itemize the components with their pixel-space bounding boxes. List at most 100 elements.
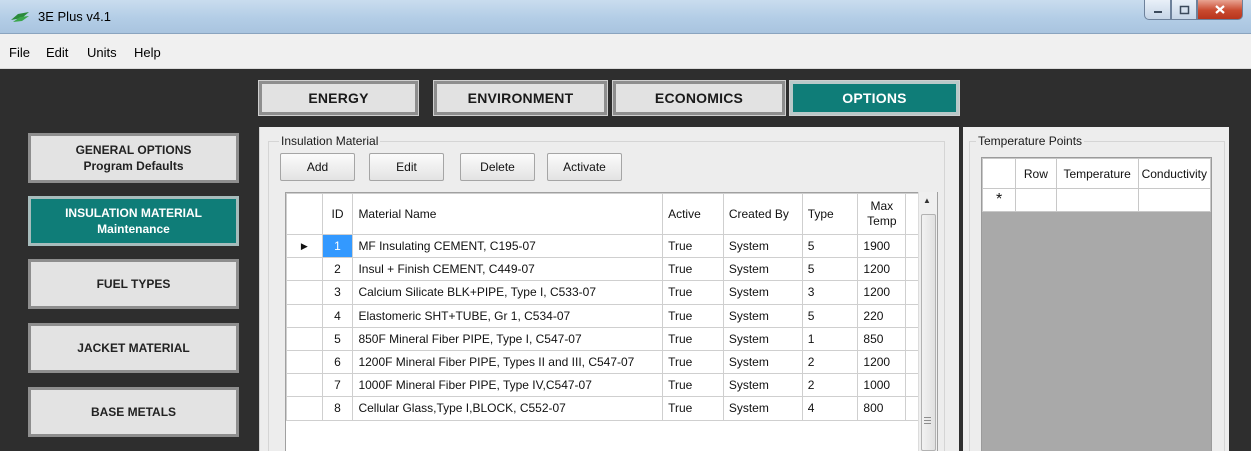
cell-type[interactable]: 3: [801, 280, 859, 305]
cell-id[interactable]: 2: [321, 257, 354, 282]
sidebar-general-options[interactable]: GENERAL OPTIONS Program Defaults: [28, 133, 239, 183]
cell-max-temp[interactable]: 800: [857, 396, 907, 421]
tab-environment[interactable]: ENVIRONMENT: [433, 80, 608, 116]
temperature-cell-temperature[interactable]: [1055, 188, 1139, 212]
sidebar-insulation-material[interactable]: INSULATION MATERIAL Maintenance: [28, 196, 239, 246]
column-header-type[interactable]: Type: [801, 193, 859, 235]
temperature-new-row[interactable]: *: [982, 188, 1211, 212]
row-header-cell[interactable]: [286, 280, 323, 305]
cell-name[interactable]: 1000F Mineral Fiber PIPE, Type IV,C547-0…: [352, 373, 664, 398]
cell-created-by[interactable]: System: [722, 233, 803, 259]
delete-button[interactable]: Delete: [460, 153, 535, 181]
cell-name[interactable]: Insul + Finish CEMENT, C449-07: [352, 257, 664, 282]
cell-active[interactable]: True: [662, 233, 724, 259]
cell-type[interactable]: 5: [801, 303, 859, 328]
cell-active[interactable]: True: [662, 280, 724, 305]
table-row[interactable]: 5 850F Mineral Fiber PIPE, Type I, C547-0…: [286, 326, 937, 351]
cell-active[interactable]: True: [662, 326, 724, 351]
cell-id[interactable]: 4: [321, 303, 354, 328]
column-header-id[interactable]: ID: [321, 193, 354, 235]
cell-active[interactable]: True: [662, 396, 724, 421]
cell-max-temp[interactable]: 1200: [857, 257, 907, 282]
cell-id[interactable]: 5: [321, 326, 354, 351]
cell-created-by[interactable]: System: [722, 257, 803, 282]
cell-type[interactable]: 5: [801, 233, 859, 259]
cell-max-temp[interactable]: 1200: [857, 349, 907, 375]
cell-type[interactable]: 4: [801, 396, 859, 421]
cell-id[interactable]: 3: [321, 280, 354, 305]
edit-button[interactable]: Edit: [369, 153, 444, 181]
row-pointer-icon[interactable]: ▶: [286, 233, 323, 259]
menu-help[interactable]: Help: [134, 45, 161, 60]
cell-id[interactable]: 1: [321, 233, 354, 259]
cell-max-temp[interactable]: 1900: [857, 233, 907, 259]
tab-energy[interactable]: ENERGY: [258, 80, 419, 116]
cell-active[interactable]: True: [662, 303, 724, 328]
cell-name[interactable]: 850F Mineral Fiber PIPE, Type I, C547-07: [352, 326, 664, 351]
cell-name[interactable]: MF Insulating CEMENT, C195-07: [352, 233, 664, 259]
row-header-cell[interactable]: [286, 326, 323, 351]
column-header-conductivity[interactable]: Conductivity: [1137, 158, 1211, 189]
menu-edit[interactable]: Edit: [46, 45, 68, 60]
cell-max-temp[interactable]: 1000: [857, 373, 907, 398]
cell-type[interactable]: 1: [801, 326, 859, 351]
table-row[interactable]: 4 Elastomeric SHT+TUBE, Gr 1, C534-07 True…: [286, 303, 937, 328]
row-header-cell[interactable]: [286, 303, 323, 328]
row-header-cell[interactable]: [286, 396, 323, 421]
cell-created-by[interactable]: System: [722, 396, 803, 421]
temperature-cell-conductivity[interactable]: [1137, 188, 1211, 212]
cell-name[interactable]: Elastomeric SHT+TUBE, Gr 1, C534-07: [352, 303, 664, 328]
maximize-button[interactable]: [1171, 0, 1197, 20]
cell-created-by[interactable]: System: [722, 326, 803, 351]
menu-file[interactable]: File: [9, 45, 30, 60]
cell-type[interactable]: 2: [801, 349, 859, 375]
tab-economics[interactable]: ECONOMICS: [612, 80, 786, 116]
sidebar-jacket-material[interactable]: JACKET MATERIAL: [28, 323, 239, 373]
cell-name[interactable]: Cellular Glass,Type I,BLOCK, C552-07: [352, 396, 664, 421]
scrollbar-thumb[interactable]: [921, 214, 936, 451]
temperature-cell-row[interactable]: [1015, 188, 1057, 212]
column-header-row[interactable]: Row: [1015, 158, 1057, 189]
column-header-material-name[interactable]: Material Name: [352, 193, 664, 235]
cell-type[interactable]: 2: [801, 373, 859, 398]
close-button[interactable]: [1197, 0, 1243, 20]
tab-options[interactable]: OPTIONS: [789, 80, 960, 116]
cell-max-temp[interactable]: 220: [857, 303, 907, 328]
column-header-created-by[interactable]: Created By: [722, 193, 803, 235]
cell-max-temp[interactable]: 1200: [857, 280, 907, 305]
row-header-cell[interactable]: [286, 373, 323, 398]
cell-active[interactable]: True: [662, 373, 724, 398]
row-header-cell[interactable]: [286, 349, 323, 375]
table-row[interactable]: 3 Calcium Silicate BLK+PIPE, Type I, C533…: [286, 280, 937, 305]
cell-created-by[interactable]: System: [722, 303, 803, 328]
cell-max-temp[interactable]: 850: [857, 326, 907, 351]
cell-id[interactable]: 6: [321, 349, 354, 375]
column-header-temperature[interactable]: Temperature: [1055, 158, 1139, 189]
cell-type[interactable]: 5: [801, 257, 859, 282]
table-row[interactable]: 2 Insul + Finish CEMENT, C449-07 True Syste…: [286, 257, 937, 282]
cell-created-by[interactable]: System: [722, 349, 803, 375]
insulation-grid[interactable]: ID Material Name Active Created By Type …: [285, 192, 938, 451]
add-button[interactable]: Add: [280, 153, 355, 181]
table-row[interactable]: 8 Cellular Glass,Type I,BLOCK, C552-07 Tru…: [286, 396, 937, 421]
temperature-grid[interactable]: Row Temperature Conductivity *: [981, 157, 1212, 451]
cell-active[interactable]: True: [662, 257, 724, 282]
cell-active[interactable]: True: [662, 349, 724, 375]
cell-created-by[interactable]: System: [722, 280, 803, 305]
cell-id[interactable]: 7: [321, 373, 354, 398]
grid-vertical-scrollbar[interactable]: ▲: [918, 192, 937, 451]
cell-name[interactable]: 1200F Mineral Fiber PIPE, Types II and I…: [352, 349, 664, 375]
row-header-cell[interactable]: [286, 257, 323, 282]
table-row[interactable]: 6 1200F Mineral Fiber PIPE, Types II and …: [286, 349, 937, 375]
sidebar-fuel-types[interactable]: FUEL TYPES: [28, 259, 239, 309]
table-row[interactable]: ▶ 1 MF Insulating CEMENT, C195-07 True Syste…: [286, 233, 937, 259]
cell-name[interactable]: Calcium Silicate BLK+PIPE, Type I, C533-…: [352, 280, 664, 305]
cell-id[interactable]: 8: [321, 396, 354, 421]
sidebar-base-metals[interactable]: BASE METALS: [28, 387, 239, 437]
column-header-active[interactable]: Active: [662, 193, 724, 235]
column-header-max-temp[interactable]: Max Temp: [857, 193, 907, 235]
cell-created-by[interactable]: System: [722, 373, 803, 398]
scroll-up-icon[interactable]: ▲: [923, 196, 931, 205]
activate-button[interactable]: Activate: [547, 153, 622, 181]
minimize-button[interactable]: [1144, 0, 1171, 20]
